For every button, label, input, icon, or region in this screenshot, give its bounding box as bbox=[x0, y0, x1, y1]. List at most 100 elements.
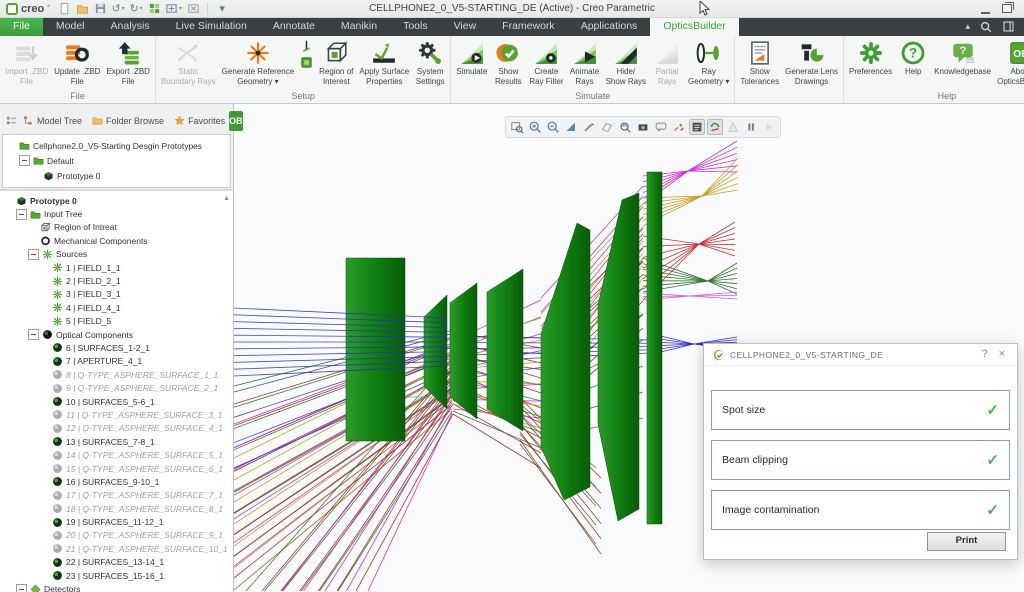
expander-icon[interactable] bbox=[16, 584, 27, 592]
expander-icon[interactable] bbox=[19, 155, 30, 166]
ribbon-button-show-tolerances[interactable]: Show Tolerances bbox=[737, 38, 782, 86]
tab-framework[interactable]: Framework bbox=[489, 17, 568, 36]
ribbon-button-region-of-interest[interactable]: Region of Interest bbox=[316, 38, 356, 86]
dialog-title-bar[interactable]: CELLPHONE2_0_V5-STARTING_DE ? × bbox=[704, 344, 1017, 366]
panel-tab-favorites[interactable]: Favorites bbox=[172, 113, 227, 128]
ribbon-mini-button-i-mini-pin[interactable] bbox=[299, 39, 314, 53]
tree-item-21-q-type-asphere-surface-10-1[interactable]: 21 | Q-TYPE_ASPHERE_SURFACE_10_1 bbox=[0, 542, 233, 555]
tab-manikin[interactable]: Manikin bbox=[328, 17, 390, 36]
tab-opticsbuilder[interactable]: OpticsBuilder bbox=[650, 17, 738, 36]
tree-settings-icon[interactable] bbox=[4, 113, 19, 128]
ribbon-button-system-settings[interactable]: System Settings bbox=[412, 38, 448, 86]
refit-button[interactable] bbox=[509, 119, 525, 135]
open-file-button[interactable] bbox=[75, 2, 89, 16]
tree-item-12-q-type-asphere-surface-4-1[interactable]: 12 | Q-TYPE_ASPHERE_SURFACE_4_1 bbox=[0, 422, 233, 435]
screenshot-button[interactable] bbox=[635, 119, 651, 135]
ribbon-button-simulate[interactable]: Simulate bbox=[453, 38, 490, 86]
collapse-ribbon-icon[interactable]: ▴ bbox=[965, 21, 970, 32]
tab-model[interactable]: Model bbox=[43, 17, 98, 36]
tab-opticsbuilder-panel[interactable]: OB bbox=[229, 111, 243, 131]
tree-item-17-q-type-asphere-surface-7-1[interactable]: 17 | Q-TYPE_ASPHERE_SURFACE_7_1 bbox=[0, 489, 233, 502]
undo-button[interactable]: ↺▾ bbox=[111, 2, 125, 16]
tree-item-6-surfaces-1-2-1[interactable]: 6 | SURFACES_1-2_1 bbox=[0, 341, 233, 354]
ribbon-button-show-results[interactable]: Show Results bbox=[490, 38, 526, 86]
ribbon-mini-button-i-mini-chip[interactable] bbox=[299, 55, 314, 69]
plane-display-button[interactable] bbox=[599, 119, 615, 135]
resume-button[interactable] bbox=[761, 119, 777, 135]
tab-live-simulation[interactable]: Live Simulation bbox=[163, 17, 260, 36]
tree-item-14-q-type-asphere-surface-5-1[interactable]: 14 | Q-TYPE_ASPHERE_SURFACE_5_1 bbox=[0, 448, 233, 461]
ribbon-button-knowledgebase[interactable]: Knowledgebase bbox=[931, 38, 994, 86]
tree-item-3-field-3-1[interactable]: 3 | FIELD_3_1 bbox=[0, 288, 233, 301]
ribbon-button-update-zbd-file[interactable]: Update .ZBD File bbox=[51, 38, 103, 86]
restore-button[interactable] bbox=[1002, 4, 1012, 13]
minimize-button[interactable] bbox=[981, 4, 990, 14]
tree-item-optical-components[interactable]: Optical Components bbox=[0, 328, 233, 341]
panel-toggle-icon[interactable] bbox=[1002, 20, 1015, 33]
dialog-help-button[interactable]: ? bbox=[978, 349, 990, 360]
tree-item-input-tree[interactable]: Input Tree bbox=[0, 207, 233, 220]
new-file-button[interactable] bbox=[57, 2, 71, 16]
lens-element-4[interactable] bbox=[541, 223, 590, 500]
tree-item-15-q-type-asphere-surface-6-1[interactable]: 15 | Q-TYPE_ASPHERE_SURFACE_6_1 bbox=[0, 462, 233, 475]
tree-item-5-field-5[interactable]: 5 | FIELD_5 bbox=[0, 315, 233, 328]
search-icon[interactable] bbox=[979, 20, 993, 34]
regenerate-button[interactable] bbox=[147, 2, 161, 16]
print-button[interactable]: Print bbox=[927, 532, 1006, 551]
ribbon-button-partial-rays[interactable]: Partial Rays bbox=[649, 38, 685, 86]
tree-item-region-of-intreat[interactable]: Region of Intreat bbox=[0, 221, 233, 234]
panel-tab-folder-browse[interactable]: Folder Browse bbox=[90, 113, 166, 128]
datum-display-filters-button[interactable] bbox=[671, 119, 687, 135]
spin-center-button[interactable] bbox=[707, 119, 723, 135]
zoom-out-button[interactable] bbox=[545, 119, 561, 135]
zoom-selection-button[interactable] bbox=[617, 119, 633, 135]
dialog-close-icon[interactable]: × bbox=[996, 349, 1008, 360]
tree-item-19-surfaces-11-12-1[interactable]: 19 | SURFACES_11-12_1 bbox=[0, 515, 233, 528]
tree-item-2-field-2-1[interactable]: 2 | FIELD_2_1 bbox=[0, 274, 233, 287]
lens-element-5[interactable] bbox=[598, 193, 639, 521]
tab-tools[interactable]: Tools bbox=[390, 17, 441, 36]
ribbon-button-static-boundary-rays[interactable]: Static Boundary Rays bbox=[158, 38, 219, 86]
expander-icon[interactable] bbox=[28, 249, 39, 260]
tree-item-10-surfaces-5-6-1[interactable]: 10 | SURFACES_5-6_1 bbox=[0, 395, 233, 408]
close-window-button[interactable] bbox=[186, 2, 200, 16]
tree-item-8-q-type-asphere-surface-1-1[interactable]: 8 | Q-TYPE_ASPHERE_SURFACE_1_1 bbox=[0, 368, 233, 381]
tree-item-18-q-type-asphere-surface-8-1[interactable]: 18 | Q-TYPE_ASPHERE_SURFACE_8_1 bbox=[0, 502, 233, 515]
tree-item-mechanical-components[interactable]: Mechanical Components bbox=[0, 234, 233, 247]
ribbon-button-hide-show-rays[interactable]: Hide/ Show Rays bbox=[603, 38, 649, 86]
save-button[interactable] bbox=[93, 2, 107, 16]
redo-button[interactable]: ↻▾ bbox=[129, 2, 143, 16]
lens-element-2[interactable] bbox=[450, 283, 477, 419]
tab-applications[interactable]: Applications bbox=[568, 17, 651, 36]
customize-quick-access-button[interactable]: ▾ bbox=[215, 2, 229, 16]
tree-item-prototype-0[interactable]: Prototype 0 bbox=[3, 168, 230, 183]
annotation-display-button[interactable] bbox=[689, 119, 705, 135]
tree-item-default[interactable]: Default bbox=[3, 153, 230, 168]
ribbon-button-ray-geometry[interactable]: Ray Geometry ▾ bbox=[685, 38, 732, 86]
sketch-display-button[interactable] bbox=[581, 119, 597, 135]
tab-annotate[interactable]: Annotate bbox=[260, 17, 328, 36]
repaint-button[interactable] bbox=[563, 119, 579, 135]
tree-item-9-q-type-asphere-surface-2-1[interactable]: 9 | Q-TYPE_ASPHERE_SURFACE_2_1 bbox=[0, 381, 233, 394]
tree-item-prototype-0[interactable]: Prototype 0 bbox=[0, 194, 233, 207]
tree-item-22-surfaces-13-14-1[interactable]: 22 | SURFACES_13-14_1 bbox=[0, 556, 233, 569]
transparent-display-button[interactable] bbox=[725, 119, 741, 135]
tree-item-1-field-1-1[interactable]: 1 | FIELD_1_1 bbox=[0, 261, 233, 274]
ribbon-button-generate-reference-geometry[interactable]: Generate Reference Geometry ▾ bbox=[219, 38, 298, 86]
expander-icon[interactable] bbox=[16, 209, 27, 220]
ribbon-button-preferences[interactable]: Preferences bbox=[846, 38, 895, 86]
ribbon-button-apply-surface-properties[interactable]: Apply Surface Properties bbox=[356, 38, 412, 86]
ribbon-button-create-ray-filter[interactable]: Create Ray Filter bbox=[526, 38, 566, 86]
tree-item-23-surfaces-15-16-1[interactable]: 23 | SURFACES_15-16_1 bbox=[0, 569, 233, 582]
panel-tab-model-tree[interactable]: Model Tree bbox=[21, 113, 84, 128]
ribbon-button-export-zbd-file[interactable]: Export .ZBD File bbox=[103, 38, 153, 86]
ribbon-button-import-zbd-file[interactable]: Import .ZBD File bbox=[2, 38, 51, 86]
tree-item-7-aperture-4-1[interactable]: 7 | APERTURE_4_1 bbox=[0, 355, 233, 368]
tab-file[interactable]: File bbox=[0, 17, 43, 36]
ribbon-button-help[interactable]: Help bbox=[895, 38, 931, 86]
expander-icon[interactable] bbox=[28, 329, 39, 340]
lens-element-block[interactable] bbox=[346, 258, 405, 441]
display-style-button[interactable] bbox=[653, 119, 669, 135]
tree-item-cellphone2-0-v5-starting-desgin-prototypes[interactable]: Cellphone2.0_V5-Starting Desgin Prototyp… bbox=[3, 138, 230, 153]
tree-item-16-surfaces-9-10-1[interactable]: 16 | SURFACES_9-10_1 bbox=[0, 475, 233, 488]
